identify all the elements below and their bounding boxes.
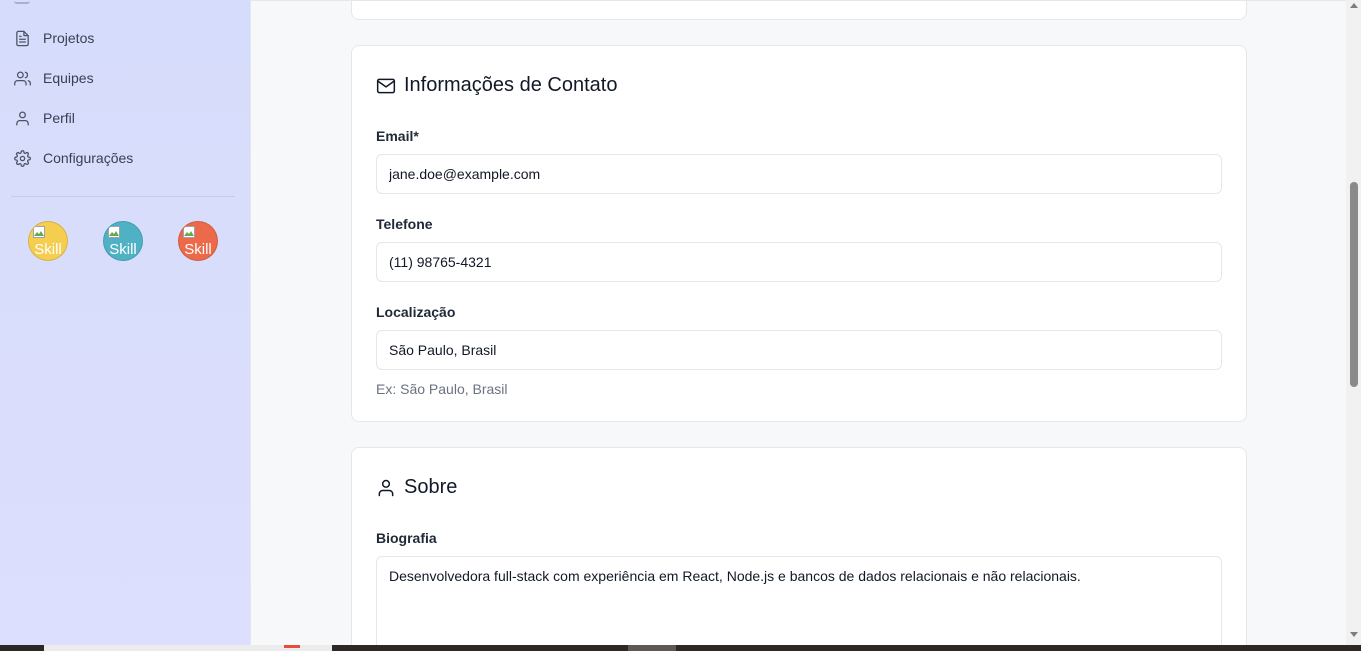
taskbar (0, 645, 1361, 651)
contact-card: Informações de Contato Email* Telefone L… (351, 45, 1247, 422)
broken-image-icon (108, 225, 120, 238)
sidebar-item-label: Configurações (43, 150, 134, 166)
bio-textarea[interactable]: Desenvolvedora full-stack com experiênci… (376, 556, 1222, 645)
scroll-down-icon[interactable] (1350, 632, 1358, 637)
location-field[interactable] (376, 330, 1222, 370)
scroll-thumb[interactable] (1350, 182, 1358, 387)
file-text-icon (16, 30, 29, 46)
skill-label: Skill (184, 241, 212, 258)
about-card-title: Sobre (376, 476, 457, 499)
sidebar-item-configuracoes[interactable]: Configurações (14, 146, 133, 170)
phone-field[interactable] (376, 242, 1222, 282)
sidebar-item-label: Equipes (43, 70, 94, 86)
skill-label: Skill (109, 241, 137, 258)
mail-icon (376, 78, 396, 93)
sidebar-item-equipes[interactable]: Equipes (14, 66, 94, 90)
contact-title-text: Informações de Contato (404, 74, 618, 96)
menu-icon[interactable] (14, 0, 30, 4)
skill-badge[interactable]: Skill (103, 221, 143, 261)
skill-label: Skill (34, 241, 62, 258)
user-icon (16, 110, 29, 126)
taskbar-segment (284, 645, 300, 648)
sidebar-item-projetos[interactable]: Projetos (14, 26, 94, 50)
gear-icon (14, 149, 31, 167)
previous-card (351, 1, 1247, 20)
phone-label: Telefone (376, 216, 433, 232)
broken-image-icon (183, 225, 195, 238)
email-label: Email* (376, 128, 419, 144)
email-field[interactable] (376, 154, 1222, 194)
skill-badge[interactable]: Skill (178, 221, 218, 261)
sidebar-divider (11, 196, 235, 197)
user-icon (378, 479, 394, 496)
about-title-text: Sobre (404, 476, 458, 498)
taskbar-segment (628, 645, 676, 651)
scroll-up-icon[interactable] (1350, 3, 1358, 8)
main-content: Informações de Contato Email* Telefone L… (251, 0, 1346, 645)
location-label: Localização (376, 304, 456, 320)
sidebar-item-perfil[interactable]: Perfil (14, 106, 75, 130)
vertical-scrollbar[interactable] (1346, 0, 1361, 645)
sidebar: Projetos Equipes Perfil Configurações Sk… (0, 0, 251, 645)
about-card: Sobre Biografia Desenvolvedora full-stac… (351, 447, 1247, 645)
bio-label: Biografia (376, 530, 437, 546)
users-icon (14, 70, 31, 86)
location-hint: Ex: São Paulo, Brasil (376, 381, 508, 397)
contact-card-title: Informações de Contato (376, 74, 617, 97)
broken-image-icon (33, 225, 45, 238)
sidebar-item-label: Projetos (43, 30, 95, 46)
sidebar-item-label: Perfil (43, 110, 75, 126)
skill-badge[interactable]: Skill (28, 221, 68, 261)
